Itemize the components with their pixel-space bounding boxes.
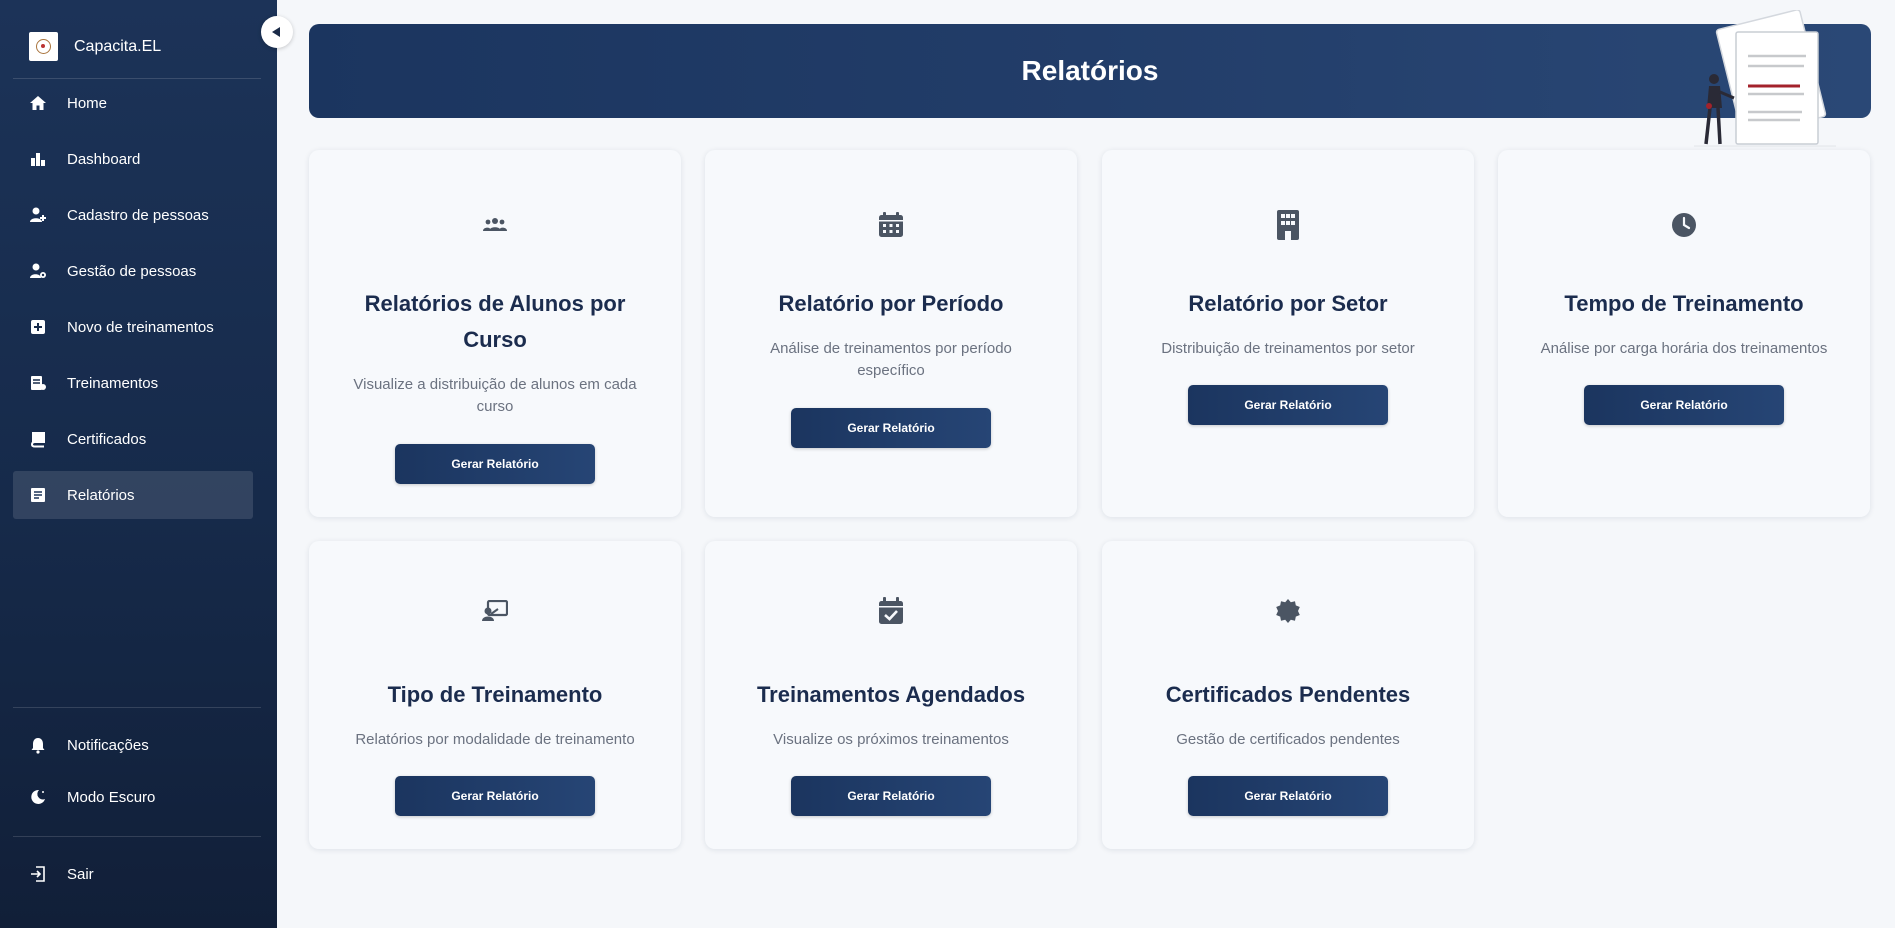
sidebar: Capacita.EL Home Dashboard Cadastro de p… xyxy=(0,0,277,928)
sidebar-item-notificacoes[interactable]: Notificações xyxy=(13,721,253,769)
card-description: Relatórios por modalidade de treinamento xyxy=(355,731,635,748)
calendar-icon xyxy=(705,210,1077,240)
report-card-treinamentos-agendados: Treinamentos Agendados Visualize os próx… xyxy=(705,541,1077,849)
sidebar-item-dashboard[interactable]: Dashboard xyxy=(13,135,253,183)
generate-report-button[interactable]: Gerar Relatório xyxy=(791,776,991,816)
certificate-icon xyxy=(29,430,47,448)
sidebar-item-novo-treinamentos[interactable]: Novo de treinamentos xyxy=(13,303,253,351)
badge-icon xyxy=(1102,596,1474,626)
generate-report-button[interactable]: Gerar Relatório xyxy=(1188,776,1388,816)
sidebar-item-label: Home xyxy=(67,94,108,112)
generate-report-button[interactable]: Gerar Relatório xyxy=(395,444,595,484)
bell-icon xyxy=(29,736,47,754)
calendar-check-icon xyxy=(705,596,1077,626)
generate-report-button[interactable]: Gerar Relatório xyxy=(1584,385,1784,425)
sidebar-item-label: Treinamentos xyxy=(67,374,159,392)
card-title: Tempo de Treinamento xyxy=(1564,291,1804,316)
sidebar-item-gestao[interactable]: Gestão de pessoas xyxy=(13,247,253,295)
sidebar-item-sair[interactable]: Sair xyxy=(13,850,253,898)
sidebar-item-relatorios[interactable]: Relatórios xyxy=(13,471,253,519)
card-title: Certificados Pendentes xyxy=(1165,682,1411,707)
page-title: Relatórios xyxy=(1021,55,1159,86)
clock-icon xyxy=(1498,210,1870,240)
card-description: Visualize os próximos treinamentos xyxy=(773,731,1009,748)
sidebar-item-label: Notificações xyxy=(67,736,149,754)
card-title: Relatório por Período xyxy=(778,291,1004,316)
chevron-left-icon xyxy=(272,27,280,37)
page-header: Relatórios xyxy=(309,24,1871,118)
sidebar-item-label: Relatórios xyxy=(67,486,135,504)
sidebar-item-label: Novo de treinamentos xyxy=(67,318,214,336)
bar-chart-icon xyxy=(29,150,47,168)
home-icon xyxy=(29,94,47,112)
report-illustration xyxy=(1694,10,1836,147)
report-card-por-periodo: Relatório por Período Análise de treinam… xyxy=(705,150,1077,517)
sidebar-item-label: Modo Escuro xyxy=(67,788,156,806)
plus-box-icon xyxy=(29,318,47,336)
brand-logo xyxy=(29,32,58,61)
sidebar-item-label: Dashboard xyxy=(67,150,141,168)
card-description: Análise por carga horária dos treinament… xyxy=(1540,340,1828,357)
card-description: Distribuição de treinamentos por setor xyxy=(1161,340,1415,357)
sidebar-item-modo-escuro[interactable]: Modo Escuro xyxy=(13,773,253,821)
card-title: Tipo de Treinamento xyxy=(387,682,603,707)
person-add-icon xyxy=(29,206,47,224)
sidebar-item-label: Certificados xyxy=(67,430,147,448)
report-card-alunos-por-curso: Relatórios de Alunos por Curso Visualize… xyxy=(309,150,681,517)
generate-report-button[interactable]: Gerar Relatório xyxy=(791,408,991,448)
group-icon xyxy=(309,210,681,240)
card-title: Relatório por Setor xyxy=(1188,291,1388,316)
sidebar-collapse-button[interactable] xyxy=(261,16,293,48)
report-card-certificados-pendentes: Certificados Pendentes Gestão de certifi… xyxy=(1102,541,1474,849)
sidebar-divider xyxy=(13,836,261,837)
sidebar-divider xyxy=(13,707,261,708)
sidebar-item-cadastro[interactable]: Cadastro de pessoas xyxy=(13,191,253,239)
generate-report-button[interactable]: Gerar Relatório xyxy=(395,776,595,816)
person-gear-icon xyxy=(29,262,47,280)
card-description: Visualize a distribuição de alunos em ca… xyxy=(353,376,637,415)
sidebar-item-home[interactable]: Home xyxy=(13,79,253,127)
report-icon xyxy=(29,486,47,504)
sidebar-item-treinamentos[interactable]: Treinamentos xyxy=(13,359,253,407)
sidebar-item-label: Sair xyxy=(67,865,94,883)
report-card-por-setor: Relatório por Setor Distribuição de trei… xyxy=(1102,150,1474,517)
brand[interactable]: Capacita.EL xyxy=(29,32,161,61)
card-title: Relatórios de Alunos por Curso xyxy=(364,291,626,352)
card-description: Gestão de certificados pendentes xyxy=(1176,731,1400,748)
training-icon xyxy=(29,374,47,392)
report-card-tempo-treinamento: Tempo de Treinamento Análise por carga h… xyxy=(1498,150,1870,517)
logout-icon xyxy=(29,865,47,883)
card-description: Análise de treinamentos por período espe… xyxy=(770,340,1012,379)
moon-icon xyxy=(29,788,47,806)
card-title: Treinamentos Agendados xyxy=(756,682,1026,707)
generate-report-button[interactable]: Gerar Relatório xyxy=(1188,385,1388,425)
presentation-icon xyxy=(309,596,681,626)
sidebar-item-label: Gestão de pessoas xyxy=(67,262,197,280)
brand-name: Capacita.EL xyxy=(74,37,162,55)
sidebar-item-certificados[interactable]: Certificados xyxy=(13,415,253,463)
sidebar-item-label: Cadastro de pessoas xyxy=(67,206,209,224)
report-card-tipo-treinamento: Tipo de Treinamento Relatórios por modal… xyxy=(309,541,681,849)
building-icon xyxy=(1102,210,1474,240)
